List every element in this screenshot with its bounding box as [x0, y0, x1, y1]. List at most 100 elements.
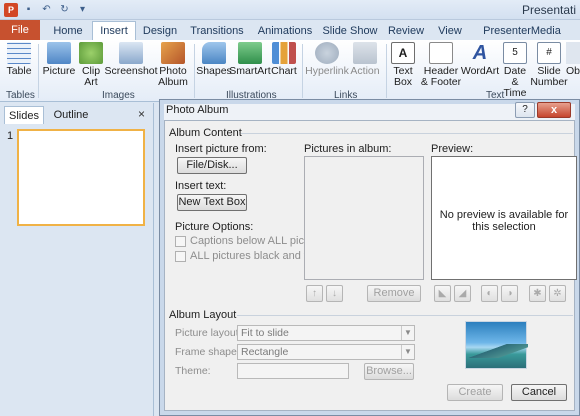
group-separator	[194, 44, 195, 98]
screenshot-icon	[119, 42, 143, 64]
move-down-button[interactable]: ↓	[326, 285, 343, 302]
file-disk-button[interactable]: File/Disk...	[177, 157, 247, 174]
tab-file[interactable]: File	[0, 20, 40, 40]
layout-preview-image	[465, 321, 528, 369]
smartart-button[interactable]: SmartArt	[229, 40, 271, 77]
clip-art-icon	[79, 42, 103, 64]
undo-icon[interactable]: ↶	[39, 2, 54, 17]
screenshot-button[interactable]: Screenshot	[104, 40, 158, 77]
album-content-label: Album Content	[169, 127, 242, 139]
create-button[interactable]: Create	[447, 384, 503, 401]
cancel-button[interactable]: Cancel	[511, 384, 567, 401]
redo-icon[interactable]: ↻	[57, 2, 72, 17]
picture-options-label: Picture Options:	[175, 221, 254, 233]
group-separator	[386, 44, 387, 98]
group-separator	[38, 44, 39, 98]
hyperlink-button[interactable]: Hyperlink	[305, 40, 349, 77]
text-box-button[interactable]: A Text Box	[390, 40, 416, 88]
shapes-icon	[202, 42, 226, 64]
powerpoint-logo-icon: P	[4, 2, 18, 17]
move-up-button[interactable]: ↑	[306, 285, 323, 302]
shapes-button[interactable]: Shapes	[196, 40, 232, 77]
slide-number-icon: #	[537, 42, 561, 64]
tab-slide-show[interactable]: Slide Show	[322, 22, 378, 40]
insert-text-label: Insert text:	[175, 180, 227, 192]
browse-button[interactable]: Browse...	[364, 363, 414, 380]
tab-design[interactable]: Design	[140, 22, 180, 40]
pictures-list[interactable]	[304, 156, 424, 280]
chart-icon	[272, 42, 296, 64]
group-label-images: Images	[102, 90, 135, 101]
slides-pane: Slides Outline × 1	[0, 103, 154, 416]
action-button[interactable]: Action	[350, 40, 380, 77]
table-button[interactable]: Table	[4, 40, 34, 77]
frame-shape-select[interactable]: Rectangle ▼	[237, 344, 415, 360]
header-footer-icon	[429, 42, 453, 64]
tab-outline[interactable]: Outline	[48, 106, 94, 124]
chevron-down-icon[interactable]: ▼	[401, 345, 414, 359]
photo-album-dialog: Photo Album ? x Album Content Insert pic…	[159, 99, 580, 416]
calendar-icon: 5	[503, 42, 527, 64]
ribbon: Table Picture Clip Art Screenshot Photo …	[0, 40, 580, 102]
more-brightness-icon[interactable]: ✱	[529, 285, 546, 302]
header-footer-button[interactable]: Header & Footer	[420, 40, 462, 88]
checkbox-box[interactable]	[175, 235, 186, 247]
more-contrast-icon[interactable]: ◐	[481, 285, 498, 302]
clip-art-button[interactable]: Clip Art	[78, 40, 104, 88]
less-brightness-icon[interactable]: ✲	[549, 285, 566, 302]
rotate-left-icon[interactable]: ◣	[434, 285, 451, 302]
new-text-box-button[interactable]: New Text Box	[177, 194, 247, 211]
preview-pane: No preview is available for this selecti…	[431, 156, 577, 280]
divider	[237, 315, 573, 316]
text-box-icon: A	[391, 42, 415, 64]
frame-shape-value: Rectangle	[241, 346, 289, 358]
tab-animations[interactable]: Animations	[254, 22, 316, 40]
tab-view[interactable]: View	[434, 22, 466, 40]
picture-layout-label: Picture layout:	[175, 327, 242, 339]
hyperlink-icon	[315, 42, 339, 64]
frame-shape-label: Frame shape:	[175, 346, 240, 358]
tab-transitions[interactable]: Transitions	[186, 22, 248, 40]
window-title: Presentati	[521, 3, 576, 17]
customize-qat-icon[interactable]: ▾	[75, 2, 90, 17]
date-time-button[interactable]: 5 Date & Time	[500, 40, 530, 99]
theme-label: Theme:	[175, 365, 211, 377]
divider	[241, 133, 573, 134]
table-icon	[7, 42, 31, 64]
save-icon[interactable]: ▪	[21, 2, 36, 17]
chevron-down-icon[interactable]: ▼	[401, 326, 414, 340]
object-icon	[566, 42, 580, 64]
photo-album-button[interactable]: Photo Album	[156, 40, 190, 88]
tab-slides[interactable]: Slides	[4, 106, 44, 124]
preview-message: No preview is available for this selecti…	[439, 209, 569, 233]
picture-layout-value: Fit to slide	[241, 327, 289, 339]
chart-button[interactable]: Chart	[270, 40, 298, 77]
quick-access-toolbar: P ▪ ↶ ↻ ▾	[4, 2, 90, 17]
checkbox-box[interactable]	[175, 250, 186, 262]
slide-number-label: 1	[7, 130, 14, 142]
object-button[interactable]: Ob	[566, 40, 580, 77]
ribbon-tabs: File Home Insert Design Transitions Anim…	[0, 20, 580, 41]
picture-layout-select[interactable]: Fit to slide ▼	[237, 325, 415, 341]
dialog-title: Photo Album	[166, 104, 229, 116]
group-label-tables: Tables	[6, 90, 35, 101]
picture-button[interactable]: Picture	[42, 40, 76, 77]
wordart-button[interactable]: A WordArt	[461, 40, 499, 77]
close-icon[interactable]: ×	[138, 107, 145, 121]
tab-home[interactable]: Home	[48, 22, 88, 40]
insert-picture-from-label: Insert picture from:	[175, 143, 267, 155]
less-contrast-icon[interactable]: ◑	[501, 285, 518, 302]
help-button[interactable]: ?	[515, 102, 535, 118]
slide-number-button[interactable]: # Slide Number	[530, 40, 568, 88]
remove-button[interactable]: Remove	[367, 285, 421, 302]
rotate-right-icon[interactable]: ◢	[454, 285, 471, 302]
close-button[interactable]: x	[537, 102, 571, 118]
title-bar: P ▪ ↶ ↻ ▾ Presentati	[0, 0, 580, 20]
tab-presentermedia[interactable]: PresenterMedia	[474, 22, 570, 40]
photo-album-icon	[161, 42, 185, 64]
tab-review[interactable]: Review	[386, 22, 426, 40]
tab-insert[interactable]: Insert	[92, 21, 136, 41]
slide-thumbnail[interactable]	[17, 129, 145, 226]
preview-label: Preview:	[431, 143, 474, 155]
theme-input[interactable]	[237, 363, 349, 379]
